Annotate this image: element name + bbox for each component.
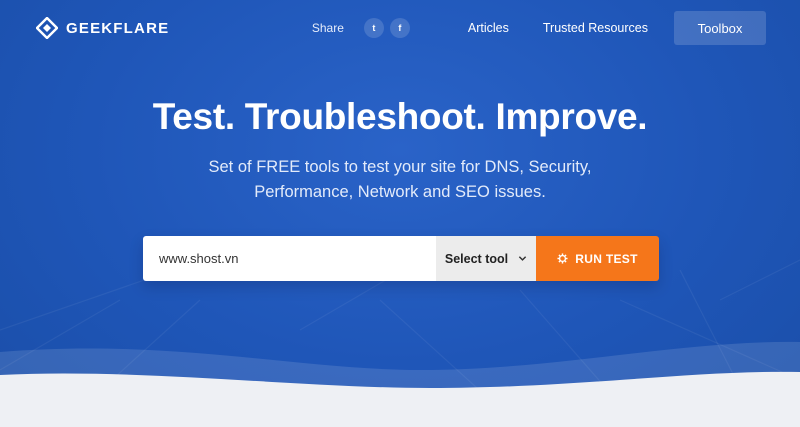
logo-text: GEEKFLARE [66, 19, 170, 37]
hero-bottom-wave [0, 341, 800, 427]
toolbox-button[interactable]: Toolbox [674, 11, 766, 45]
facebook-icon[interactable]: f [389, 18, 410, 38]
twitter-icon[interactable]: t [363, 18, 384, 38]
run-test-label: RUN TEST [575, 251, 638, 266]
geekflare-logo-icon [36, 17, 58, 39]
top-navigation: Share t f Articles Trusted Resources Too… [312, 11, 766, 45]
gear-icon [557, 253, 568, 264]
test-form: Select tool RUN TEST [143, 236, 659, 281]
select-tool-dropdown[interactable]: Select tool [436, 236, 536, 281]
select-tool-label: Select tool [444, 251, 509, 266]
logo[interactable]: GEEKFLARE [36, 17, 169, 39]
nav-articles-link[interactable]: Articles [468, 21, 509, 35]
chevron-down-icon [518, 256, 527, 261]
url-input[interactable] [143, 236, 436, 281]
nav-trusted-resources-link[interactable]: Trusted Resources [543, 21, 648, 35]
share-group: Share t f [312, 18, 410, 38]
share-label: Share [311, 21, 344, 35]
subtitle-line-2: Performance, Network and SEO issues. [254, 183, 546, 201]
run-test-button[interactable]: RUN TEST [536, 236, 659, 281]
page-title: Test. Troubleshoot. Improve. [152, 96, 648, 137]
hero-section: GEEKFLARE Share t f Articles Trusted Res… [0, 0, 800, 427]
page-subtitle: Set of FREE tools to test your site for … [0, 155, 800, 205]
subtitle-line-1: Set of FREE tools to test your site for … [208, 158, 592, 176]
